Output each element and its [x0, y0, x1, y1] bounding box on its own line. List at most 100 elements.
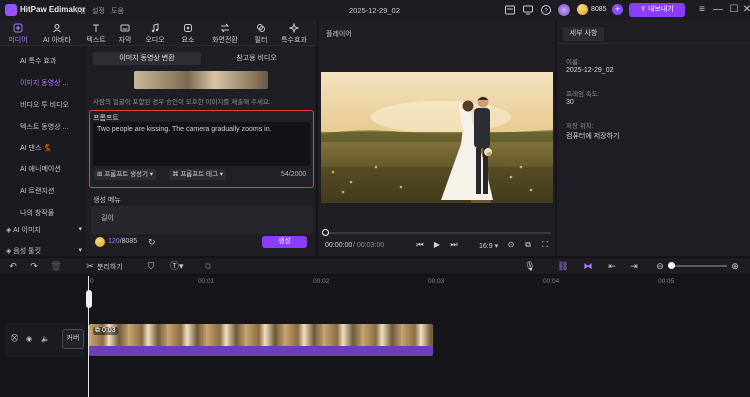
upload-description: 사람의 얼굴이 포함된 경우 승인이 모호한 이미지를 제출해 주세요. [93, 99, 271, 106]
mute-icon[interactable]: 🔈 [41, 335, 50, 343]
tab-media[interactable]: 미디어 [5, 22, 31, 44]
crop-icon[interactable]: ⧉ [523, 240, 533, 250]
fit-icon[interactable]: ⇤ [606, 260, 618, 272]
coin-icon [577, 4, 588, 15]
undo-icon[interactable]: ↶ [7, 260, 19, 272]
zoom-handle[interactable] [668, 262, 675, 269]
video-clip[interactable] [89, 324, 433, 356]
snapshot-icon[interactable]: ⊙ [506, 240, 516, 250]
tab-transition[interactable]: 화면전환 [210, 22, 240, 44]
total-time: / 00:03:00 [353, 242, 385, 249]
tab-elements[interactable]: 요소 [175, 22, 201, 44]
player-progress-bar[interactable] [325, 232, 551, 234]
delete-icon[interactable]: 🗑 [50, 260, 62, 272]
fullscreen-icon[interactable]: ⛶ [540, 240, 550, 250]
layout-icon[interactable]: ⧉ [202, 260, 214, 272]
name-value: 2025-12-29_02 [566, 67, 614, 74]
close-button[interactable]: ✕ [740, 3, 750, 17]
text-icon [91, 23, 101, 33]
shield-icon[interactable]: ⛉ [145, 260, 157, 272]
magnet-icon[interactable]: ⧓ [582, 260, 594, 272]
frame-rate-label: 프레임 속도: [566, 91, 600, 98]
next-frame-icon[interactable]: ⏭ [449, 240, 459, 250]
sidebar-item-ai-dance[interactable]: AI 댄스 💃 [20, 143, 52, 153]
trim-icon[interactable]: ⇥ [628, 260, 640, 272]
tab-details[interactable]: 세부 사항 [563, 27, 604, 41]
menu-help[interactable]: 도움 [111, 6, 124, 16]
effect-icon [289, 23, 299, 33]
menu-settings[interactable]: 설정 [92, 6, 105, 16]
sidebar-item-video-to-video[interactable]: 비디오 투 비디오 [20, 100, 69, 110]
text-tool-icon[interactable]: Ⓣ▾ [170, 260, 184, 272]
cover-button[interactable]: 커버 [62, 329, 84, 349]
ruler-mark: 00:05 [658, 278, 675, 285]
tab-filter[interactable]: 필터 [248, 22, 274, 44]
monitor-icon[interactable] [522, 4, 534, 16]
minimize-button[interactable]: — [711, 3, 725, 17]
player-progress-handle[interactable] [322, 229, 329, 236]
help-icon[interactable]: ? [540, 4, 552, 16]
maximize-button[interactable]: ☐ [727, 3, 741, 17]
save-location-label: 저장 위치: [566, 123, 594, 130]
tab-ai-avatar[interactable]: AI 아바타 [42, 22, 72, 44]
video-preview[interactable] [321, 72, 553, 203]
tab-text[interactable]: 텍스트 [83, 22, 109, 44]
generate-button[interactable]: 생성 [262, 236, 307, 248]
sidebar-item-image-to-video[interactable]: 이미지 동영상 ... [20, 78, 68, 88]
split-label[interactable]: 분리하기 [97, 262, 123, 272]
prompt-generator-button[interactable]: ⊞ 프롬프트 생성기 ▾ [94, 169, 157, 180]
zoom-in-icon[interactable]: ⊕ [729, 260, 741, 272]
sidebar-item-text-to-video[interactable]: 텍스트 동영상 ... [20, 122, 68, 132]
tips-icon[interactable] [504, 4, 516, 16]
uploaded-image-preview [134, 71, 268, 89]
sidebar-item-ai-animation[interactable]: AI 애니메이션 [20, 164, 61, 174]
frame-rate-value: 30 [566, 99, 574, 106]
previous-frame-icon[interactable]: ⏮ [415, 240, 425, 250]
play-icon[interactable]: ▶ [432, 240, 442, 250]
clip-icon: ⧉ [95, 327, 102, 334]
zoom-out-icon[interactable]: ⊖ [654, 260, 666, 272]
ruler-mark: 00:04 [543, 278, 560, 285]
ruler-mark: 0 [90, 278, 94, 285]
chevron-down-icon: ▾ [78, 247, 82, 254]
sidebar-item-ai-transition[interactable]: AI 트랜지션 [20, 186, 54, 196]
svg-text:?: ? [544, 9, 548, 15]
prompt-tags-button[interactable]: ⌘ 프롬프트 태그 ▾ [169, 169, 227, 180]
visibility-icon[interactable]: ◉ [26, 335, 32, 343]
ai-image-icon: ◈ [6, 227, 13, 234]
sidebar-item-ai-effects[interactable]: AI 특수 효과 [20, 56, 56, 66]
aspect-ratio-select[interactable]: 16:9 ▾ [479, 242, 498, 250]
tab-audio[interactable]: 오디오 [142, 22, 168, 44]
mode-image-to-video-button[interactable]: 이미지 동영상 변환 [93, 52, 201, 65]
settings-panel [91, 206, 313, 234]
duration-setting[interactable]: 길이 [101, 213, 114, 223]
credit-cost: 120/8085 [108, 238, 138, 245]
settings-label: 생성 메뉴 [93, 197, 121, 204]
playhead-handle[interactable] [86, 290, 92, 308]
current-time: 00:00:00 [325, 242, 353, 249]
lock-track-icon[interactable]: ⛒ [11, 335, 18, 343]
link-icon[interactable]: ⛓ [557, 260, 569, 272]
coin-icon [95, 237, 105, 247]
sidebar-dropdown-ai-image[interactable]: ◈ AI 이미지 ▾ [6, 225, 82, 237]
menu-file[interactable]: 파일 [73, 6, 86, 16]
zoom-slider[interactable] [671, 265, 727, 267]
split-icon[interactable]: ✂ [84, 260, 96, 272]
refresh-icon[interactable]: ↻ [148, 237, 158, 247]
microphone-icon[interactable]: 🎙 [524, 260, 536, 272]
export-button[interactable]: ⇪ 내보내기 [629, 3, 685, 17]
sidebar-item-my-creations[interactable]: 나의 창작물 [20, 208, 54, 218]
tab-subtitle[interactable]: 자막 [112, 22, 138, 44]
audio-icon [150, 23, 160, 33]
prompt-text: Two people are kissing. The camera gradu… [97, 126, 272, 133]
name-label: 이름: [566, 59, 580, 66]
chevron-down-icon: ▾ [78, 226, 82, 233]
menu-icon[interactable]: ≡ [695, 3, 709, 17]
add-credits-button[interactable]: + [612, 4, 623, 15]
ruler-mark: 00:03 [428, 278, 445, 285]
mode-reference-video-button[interactable]: 참고용 비디오 [204, 52, 309, 65]
clip-thumbnails [89, 324, 433, 346]
tab-effects[interactable]: 특수효과 [278, 22, 310, 44]
avatar[interactable] [558, 4, 570, 16]
redo-icon[interactable]: ↷ [28, 260, 40, 272]
